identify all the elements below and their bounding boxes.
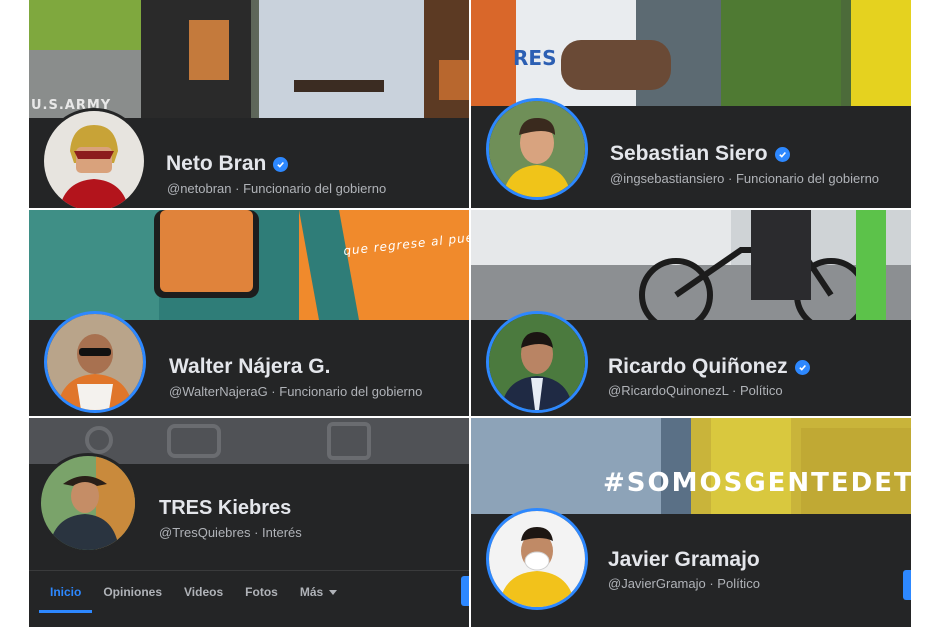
profile-card-ricardo-quinonez: Ricardo Quiñonez @RicardoQuinonezL · Pol… <box>471 210 911 416</box>
cover-photo[interactable]: que regrese al pueblo <box>29 210 469 320</box>
profile-card-neto-bran: U.S.ARMY Neto Bran @netobran · Funcionar… <box>29 0 469 208</box>
profile-name[interactable]: Javier Gramajo <box>608 548 760 572</box>
tab-fotos[interactable]: Fotos <box>234 571 289 613</box>
action-button-edge[interactable] <box>903 570 911 600</box>
avatar[interactable] <box>486 98 588 200</box>
profile-name[interactable]: TRES Kiebres <box>159 497 291 520</box>
profile-name[interactable]: Ricardo Quiñonez <box>608 355 810 379</box>
avatar[interactable] <box>38 453 138 553</box>
profile-subtitle: @netobran · Funcionario del gobierno <box>167 181 387 196</box>
tab-mas[interactable]: Más <box>289 571 348 613</box>
profile-subtitle: @RicardoQuinonezL · Político <box>608 383 783 398</box>
avatar[interactable] <box>41 108 147 208</box>
verified-badge-icon <box>794 359 810 375</box>
caret-down-icon <box>329 589 338 595</box>
profile-card-tres-kiebres: TRES Kiebres @TresQuiebres · Interés Ini… <box>29 418 469 627</box>
avatar[interactable] <box>486 311 588 413</box>
cover-photo[interactable]: U.S.ARMY <box>29 0 469 118</box>
profile-name[interactable]: Neto Bran <box>166 152 289 176</box>
profile-card-javier-gramajo: #SOMOSGENTEDETR Javier Gramajo @JavierGr… <box>471 418 911 627</box>
tab-inicio[interactable]: Inicio <box>39 571 93 613</box>
cover-photo[interactable] <box>471 210 911 320</box>
cover-text: #SOMOSGENTEDETR <box>603 468 911 498</box>
verified-badge-icon <box>273 156 289 172</box>
avatar[interactable] <box>486 508 588 610</box>
tab-opiniones[interactable]: Opiniones <box>92 571 173 613</box>
profile-card-sebastian-siero: RES Sebastian Siero @ingsebastiansiero ·… <box>471 0 911 208</box>
cover-photo[interactable]: #SOMOSGENTEDETR <box>471 418 911 514</box>
profile-tabs: Inicio Opiniones Videos Fotos Más <box>29 570 469 613</box>
profile-subtitle: @TresQuiebres · Interés <box>159 525 302 540</box>
verified-badge-icon <box>774 146 790 162</box>
cover-text: RES <box>513 46 557 70</box>
profile-subtitle: @JavierGramajo · Político <box>608 576 760 591</box>
profile-name[interactable]: Walter Nájera G. <box>169 355 330 379</box>
profile-subtitle: @ingsebastiansiero · Funcionario del gob… <box>610 171 880 186</box>
tab-videos[interactable]: Videos <box>173 571 234 613</box>
profile-subtitle: @WalterNajeraG · Funcionario del gobiern… <box>169 384 423 399</box>
avatar[interactable] <box>44 311 146 413</box>
profile-name[interactable]: Sebastian Siero <box>610 142 790 166</box>
cover-photo[interactable]: RES <box>471 0 911 106</box>
action-button-edge[interactable] <box>461 576 469 606</box>
profile-card-walter-najera: que regrese al pueblo Walter Nájera G. @… <box>29 210 469 416</box>
